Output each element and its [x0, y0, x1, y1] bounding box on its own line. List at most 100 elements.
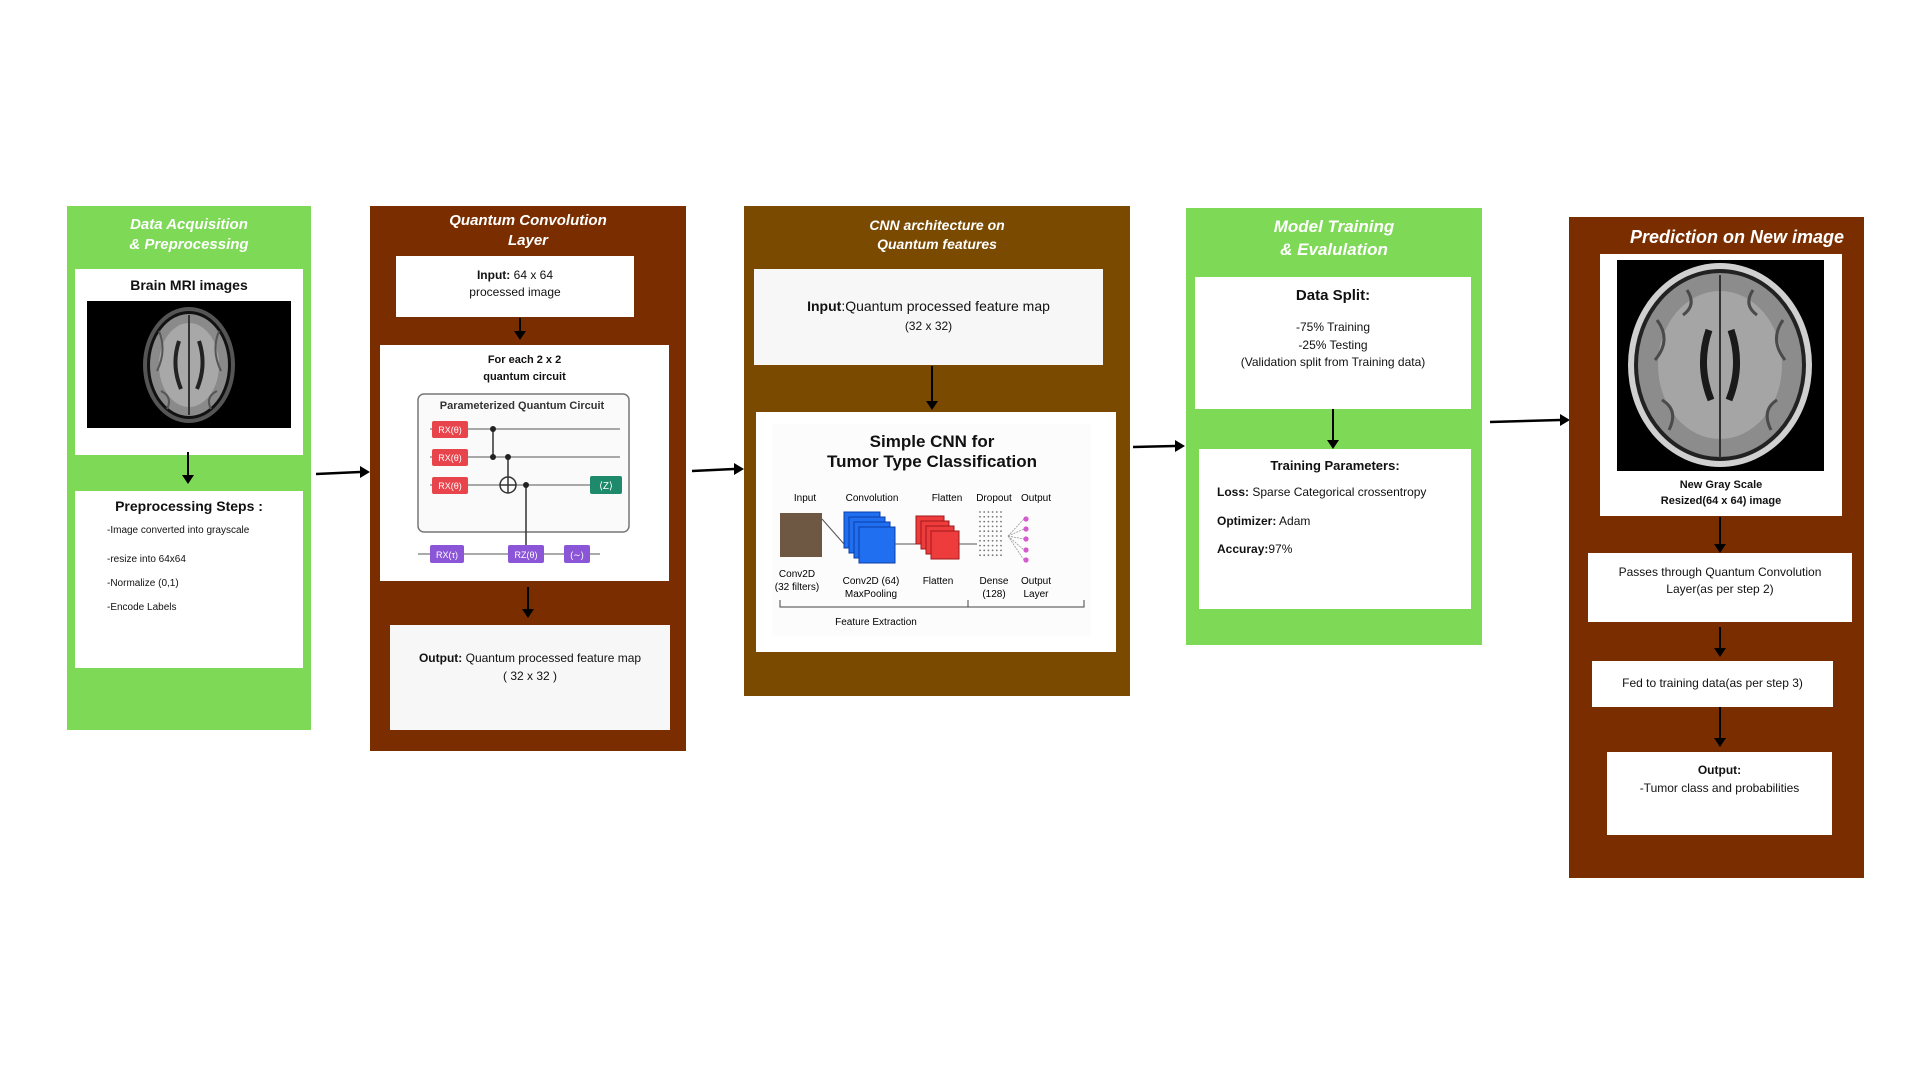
layer-label: MaxPooling	[845, 589, 897, 600]
dropout-dot	[1000, 511, 1002, 513]
param-accuracy: Accuray:97%	[1217, 542, 1292, 556]
dropout-dot	[983, 535, 986, 537]
param-value: 97%	[1268, 542, 1293, 556]
panel-model-training: Model Training & Evalulation Data Split:…	[1186, 208, 1482, 645]
input-text: Input: 64 x 64	[396, 268, 634, 282]
dropout-dot	[979, 539, 981, 542]
output-node	[1023, 547, 1029, 553]
dropout-dot	[991, 554, 994, 557]
col-header: Convolution	[846, 493, 899, 504]
dropout-dot	[1000, 525, 1002, 528]
dropout-dot	[987, 535, 990, 537]
arrow-right	[692, 463, 744, 475]
step-quantum-box: Passes through Quantum Convolution Layer…	[1588, 553, 1852, 622]
dropout-dot	[995, 520, 998, 523]
dropout-dot	[995, 525, 998, 528]
arrow-down	[522, 587, 534, 618]
preprocessing-step: -Image converted into grayscale	[107, 525, 250, 536]
input-label: Input	[807, 298, 842, 314]
preprocessing-step: -Encode Labels	[107, 602, 177, 613]
dropout-dot	[995, 544, 998, 547]
input-line2: processed image	[469, 285, 561, 299]
output-node	[1023, 557, 1029, 563]
layer-label: Dense	[980, 576, 1009, 587]
dropout-dot	[991, 511, 994, 513]
dropout-dot	[1000, 554, 1002, 557]
dropout-dot	[983, 520, 986, 523]
z-measure-label: ⟨Z⟩	[599, 481, 613, 492]
step-quantum-text: Passes through Quantum Convolution Layer…	[1618, 565, 1822, 596]
panel-cnn-architecture: CNN architecture on Quantum features Inp…	[744, 206, 1130, 696]
data-split-title: Data Split:	[1295, 287, 1371, 304]
data-split-box: Data Split: -75% Training -25% Testing (…	[1195, 277, 1471, 409]
output-box: Output: Quantum processed feature map ( …	[390, 625, 670, 730]
layer-label: Flatten	[923, 576, 954, 587]
dropout-dot	[987, 525, 990, 528]
param-optimizer: Optimizer: Adam	[1217, 514, 1310, 528]
brain-mri-image	[87, 301, 291, 428]
dropout-dot	[987, 515, 990, 518]
output-node	[1023, 526, 1029, 532]
data-split-line: -75% Training	[1295, 320, 1371, 334]
panel-title-line1: CNN architecture on	[869, 217, 1005, 233]
dropout-dot	[979, 549, 981, 552]
rx-gate-label: RX(θ)	[438, 481, 462, 491]
layer-label: Layer	[1023, 589, 1049, 600]
param-key: Accuray:	[1217, 542, 1269, 556]
dropout-dot	[983, 554, 986, 557]
dropout-dot	[983, 544, 986, 547]
dropout-dot	[991, 539, 994, 542]
input-layer-block	[780, 513, 822, 557]
panel-data-acquisition: Data Acquisition & Preprocessing Brain M…	[67, 206, 311, 730]
panel-title-line1: Data Acquisition	[130, 216, 248, 233]
dropout-dot	[983, 530, 986, 533]
dropout-dot	[1000, 549, 1002, 552]
cnn-diagram: Simple CNN for Tumor Type Classification…	[772, 424, 1091, 636]
output-box: Output: -Tumor class and probabilities	[1607, 752, 1832, 835]
panel-title-line2: Quantum features	[877, 235, 997, 252]
col-header: Input	[794, 493, 816, 504]
panel-title: Quantum Convolution Layer	[370, 211, 686, 252]
panel-quantum-convolution: Quantum Convolution Layer Input: 64 x 64…	[370, 206, 686, 751]
data-split-line: -25% Testing	[1298, 338, 1368, 352]
quantum-circuit-diagram: Parameterized Quantum Circuit RX(θ) RX(θ…	[417, 393, 630, 563]
input-box: Input: 64 x 64 processed image	[396, 256, 634, 317]
dropout-dot	[1000, 539, 1002, 542]
small-gate-label: (∼)	[570, 550, 584, 560]
arrow-down	[926, 366, 938, 410]
output-label: Output:	[1697, 763, 1742, 777]
dropout-dot	[983, 549, 986, 552]
dropout-dot	[1000, 535, 1002, 537]
circuit-head-line1: For each 2 x 2	[487, 354, 562, 366]
dropout-dot	[983, 525, 986, 528]
arrow-down	[1714, 517, 1726, 553]
output-node	[1023, 516, 1029, 522]
dropout-dot	[991, 544, 994, 547]
mri-box: Brain MRI images	[75, 269, 303, 455]
rx-gate-bottom-label: RX(τ)	[436, 550, 458, 560]
preprocessing-step: -Normalize (0,1)	[107, 578, 179, 589]
panel-title: CNN architecture on Quantum features	[744, 216, 1130, 254]
layer-label: Conv2D (64)	[843, 576, 900, 587]
layer-label: Output	[1021, 576, 1051, 587]
dropout-dot	[991, 520, 994, 523]
input-value: 64 x 64	[513, 268, 554, 282]
dropout-dot	[979, 535, 981, 537]
input-line2: (32 x 32)	[904, 319, 953, 333]
cnn-title: Tumor Type Classification	[827, 452, 1037, 471]
data-split-line: (Validation split from Training data)	[1240, 355, 1426, 369]
output-node	[1023, 536, 1029, 542]
feature-extraction-label: Feature Extraction	[835, 617, 917, 628]
circuit-box: For each 2 x 2 quantum circuit Parameter…	[380, 345, 669, 581]
layer-label: (128)	[982, 589, 1005, 600]
col-header: Flatten	[932, 493, 963, 504]
preprocessing-step: -resize into 64x64	[107, 554, 186, 565]
cnn-title: Simple CNN for	[870, 432, 995, 451]
dropout-dot	[995, 549, 998, 552]
panel-title-line2: & Preprocessing	[129, 236, 249, 254]
cnn-box: Simple CNN for Tumor Type Classification…	[756, 412, 1116, 652]
dropout-dot	[983, 511, 986, 513]
rz-gate-label: RZ(θ)	[515, 550, 538, 560]
dropout-dot	[995, 554, 998, 557]
panel-title-line1: Model Training	[1273, 217, 1395, 236]
